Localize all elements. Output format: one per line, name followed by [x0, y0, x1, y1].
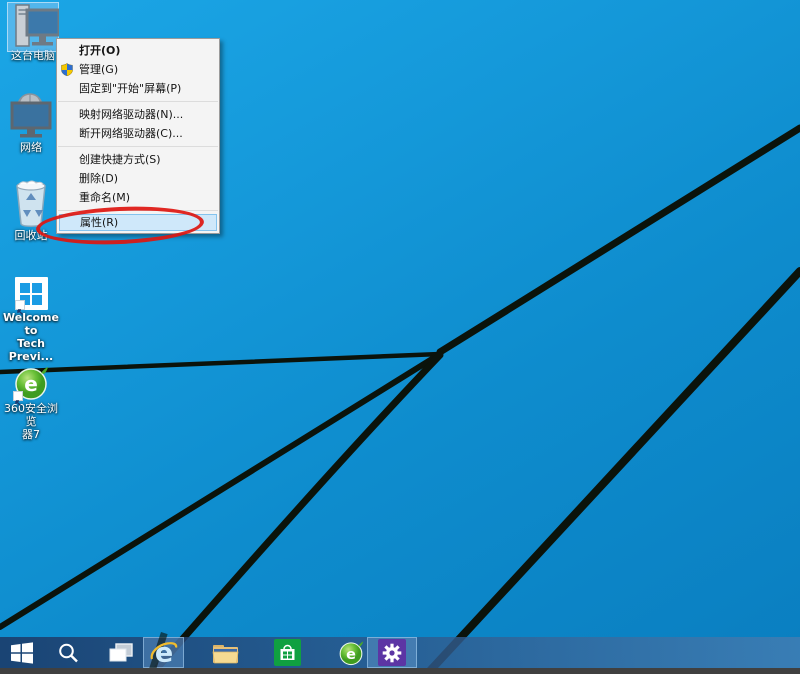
search-button[interactable]	[52, 637, 84, 668]
desktop-icon-label: 网络	[0, 141, 62, 154]
search-icon	[57, 642, 79, 664]
taskbar-internet-explorer[interactable]: e	[143, 637, 184, 668]
menu-item-delete[interactable]: 删除(D)	[57, 169, 219, 188]
start-button[interactable]	[6, 637, 38, 668]
menu-item-rename[interactable]: 重命名(M)	[57, 188, 219, 207]
taskbar-store[interactable]	[270, 637, 304, 668]
menu-item-manage[interactable]: 管理(G)	[57, 60, 219, 79]
menu-separator	[58, 146, 218, 147]
taskbar-file-explorer[interactable]	[207, 637, 243, 668]
desktop-icon-network[interactable]: 网络	[0, 92, 62, 154]
desktop-icon-360-browser[interactable]: e 360安全浏览 器7	[0, 365, 62, 441]
settings-icon	[378, 639, 406, 666]
task-view-icon	[109, 643, 133, 663]
360-browser-icon: e	[13, 365, 49, 401]
windows-logo-icon	[11, 642, 33, 664]
menu-item-pin-to-start[interactable]: 固定到"开始"屏幕(P)	[57, 79, 219, 98]
store-icon	[274, 639, 301, 666]
menu-item-disconnect-network-drive[interactable]: 断开网络驱动器(C)...	[57, 124, 219, 143]
shortcut-arrow-icon	[15, 300, 25, 310]
file-explorer-icon	[212, 642, 239, 664]
context-menu: 打开(O) 管理(G) 固定到"开始"屏幕(P) 映射网络驱动器(N)... 断…	[56, 38, 220, 234]
this-pc-icon	[7, 2, 59, 48]
desktop-icon-welcome[interactable]: Welcome to Tech Previ...	[0, 277, 62, 363]
menu-item-open[interactable]: 打开(O)	[57, 41, 219, 60]
taskbar-360-browser[interactable]: e	[334, 637, 367, 668]
desktop-icon-label: 器7	[0, 428, 62, 441]
desktop-icon-label: 回收站	[0, 229, 62, 242]
svg-text:e: e	[24, 372, 38, 396]
menu-item-properties[interactable]: 属性(R)	[59, 214, 217, 231]
menu-item-label: 管理(G)	[79, 63, 118, 76]
taskbar: e	[0, 637, 800, 668]
network-icon	[5, 92, 57, 140]
360-browser-icon: e	[338, 640, 364, 666]
taskbar-settings[interactable]	[367, 637, 417, 668]
desktop-icon-label: Welcome to	[0, 311, 62, 337]
desktop: 这台电脑 网络 回收站	[0, 0, 800, 674]
recycle-bin-icon	[9, 180, 53, 228]
desktop-icon-recycle-bin[interactable]: 回收站	[0, 180, 62, 242]
desktop-icon-label: 360安全浏览	[0, 402, 62, 428]
menu-separator	[58, 101, 218, 102]
menu-separator	[58, 210, 218, 211]
task-view-button[interactable]	[104, 637, 138, 668]
desktop-icon-this-pc[interactable]: 这台电脑	[2, 2, 64, 62]
desktop-icon-label: Tech Previ...	[0, 337, 62, 363]
svg-text:e: e	[346, 646, 356, 662]
shortcut-arrow-icon	[13, 391, 23, 401]
menu-item-map-network-drive[interactable]: 映射网络驱动器(N)...	[57, 105, 219, 124]
screenshot-bottom-border	[0, 668, 800, 674]
internet-explorer-icon: e	[150, 639, 178, 667]
welcome-tile-icon	[15, 277, 48, 310]
menu-item-create-shortcut[interactable]: 创建快捷方式(S)	[57, 150, 219, 169]
